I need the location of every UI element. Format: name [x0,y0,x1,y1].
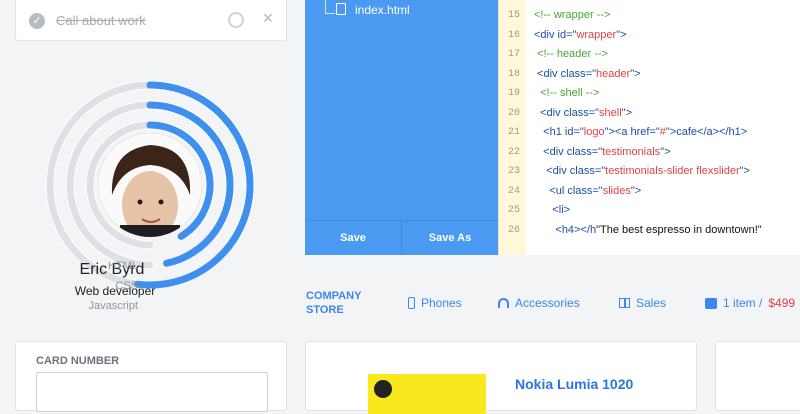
profile-widget: Eric Byrd Web developer HTML CSS Javascr… [20,55,290,325]
close-icon[interactable]: ✕ [262,10,274,27]
line-number: 25 [507,205,520,216]
cart-price: $499 [768,296,796,310]
line-number: 17 [507,49,520,60]
file-tree-item[interactable]: index.html [355,3,410,17]
line-number: 23 [507,166,520,177]
line-number: 19 [507,88,520,99]
card-number-input[interactable] [36,372,268,412]
todo-text: Call about work [56,13,146,28]
nav-accessories-label: Accessories [515,296,580,310]
product-title[interactable]: Nokia Lumia 1020 [515,376,633,392]
code-line: <div id="wrapper"> [534,28,627,41]
gift-icon [619,298,630,308]
skill-label-css: CSS [115,280,138,292]
skill-label-javascript: Javascript [88,300,138,312]
product-card-partial [715,341,800,411]
code-editor[interactable]: <!-- wrapper --> <div id="wrapper"> <!-- … [526,0,800,255]
code-line: <div class="testimonials-slider flexslid… [534,165,750,177]
product-card[interactable]: Nokia Lumia 1020 [305,341,697,414]
code-line: <!-- header --> [534,48,608,60]
editor-actions: Save Save As [305,220,498,255]
todo-card: ✓ Call about work ✕ [15,0,287,41]
code-line: <li> [534,204,571,216]
nav-phones[interactable]: Phones [408,296,462,310]
code-line: <h4></h"The best espresso in downtown!" [534,223,762,236]
line-number: 16 [507,29,520,41]
headphones-icon [498,298,509,308]
code-line: <div class="shell"> [534,106,633,119]
line-number: 24 [507,185,520,197]
file-icon [336,3,346,15]
code-line: <div class="header"> [534,67,641,80]
store-logo-line2: STORE [306,304,344,316]
line-number: 26 [507,224,520,236]
alarm-clock-icon[interactable] [228,12,244,28]
card-number-label: CARD NUMBER [36,355,120,367]
phone-icon [408,297,415,309]
line-number: 22 [507,146,520,158]
file-tree-panel: index.html Save Save As [305,0,498,255]
line-number: 18 [507,68,520,80]
nav-sales-label: Sales [636,296,667,310]
line-number: 20 [507,107,520,119]
cart-summary[interactable]: 1 item / $499 [705,296,795,310]
store-logo-line1: COMPANY [306,290,362,302]
code-line: <!-- shell --> [534,87,600,99]
nav-accessories[interactable]: Accessories [498,296,580,310]
nav-phones-label: Phones [421,296,462,310]
code-line: <h1 id="logo"><a href="#">cafe</a></h1> [534,126,748,138]
cart-count: 1 item / [723,296,763,310]
tree-connector [325,0,335,14]
code-line: <div class="testimonials"> [534,145,671,158]
nav-sales[interactable]: Sales [619,296,666,310]
cart-icon [705,297,717,309]
skill-label-html: HTML [108,260,138,272]
line-number: 15 [507,10,520,21]
save-as-button[interactable]: Save As [401,221,498,255]
save-button[interactable]: Save [305,221,401,255]
camera-lens-graphic [374,380,392,398]
line-number-gutter: 15 16 17 18 19 20 21 22 23 24 25 26 [498,0,526,255]
store-logo[interactable]: COMPANY STORE [306,289,361,317]
code-line: <!-- wrapper --> [534,9,611,21]
checkmark-icon[interactable]: ✓ [29,13,45,29]
line-number: 21 [507,127,520,138]
card-number-card: CARD NUMBER [15,341,287,412]
code-line: <ul class="slides"> [534,184,642,197]
